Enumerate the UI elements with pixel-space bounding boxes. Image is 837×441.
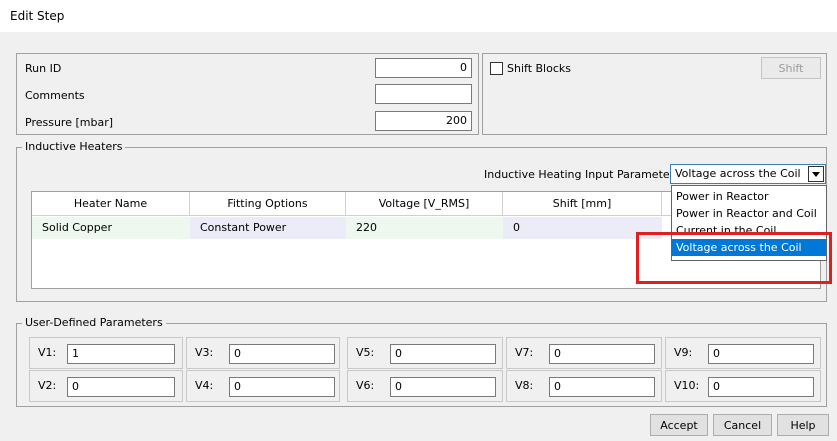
param-label-v6: V6: xyxy=(356,379,375,392)
inductive-heaters-label: Inductive Heaters xyxy=(22,140,126,153)
column-header-shift[interactable]: Shift [mm] xyxy=(503,192,662,216)
accept-button[interactable]: Accept xyxy=(650,414,708,436)
param-cell-v10: V10: 0 xyxy=(665,370,821,402)
column-header-voltage[interactable]: Voltage [V_RMS] xyxy=(346,192,503,216)
window-title: Edit Step xyxy=(10,9,65,23)
param-cell-v9: V9: 0 xyxy=(665,337,821,369)
shift-button[interactable]: Shift xyxy=(761,57,821,79)
param-input-v1[interactable]: 1 xyxy=(67,344,175,364)
param-cell-v8: V8: 0 xyxy=(506,370,662,402)
shift-blocks-checkbox[interactable] xyxy=(490,62,503,75)
param-label-v9: V9: xyxy=(674,346,693,359)
param-input-v7[interactable]: 0 xyxy=(549,344,655,364)
run-id-input[interactable]: 0 xyxy=(375,58,472,78)
param-label-v10: V10: xyxy=(674,379,700,392)
param-input-v10[interactable]: 0 xyxy=(708,377,814,397)
annotation-highlight-box xyxy=(636,232,832,284)
param-label-v7: V7: xyxy=(515,346,534,359)
chevron-down-icon[interactable] xyxy=(808,166,824,182)
param-cell-v4: V4: 0 xyxy=(186,370,340,402)
option-power-in-reactor[interactable]: Power in Reactor xyxy=(672,188,826,205)
param-cell-v1: V1: 1 xyxy=(29,337,183,369)
param-input-v3[interactable]: 0 xyxy=(229,344,335,364)
run-id-label: Run ID xyxy=(25,62,62,75)
pressure-label: Pressure [mbar] xyxy=(25,116,114,129)
param-label-v3: V3: xyxy=(195,346,214,359)
param-input-v4[interactable]: 0 xyxy=(229,377,335,397)
user-params-label: User-Defined Parameters xyxy=(22,316,166,329)
param-cell-v5: V5: 0 xyxy=(347,337,503,369)
cell-voltage[interactable]: 220 xyxy=(346,217,503,239)
option-power-in-reactor-and-coil[interactable]: Power in Reactor and Coil xyxy=(672,205,826,222)
param-cell-v7: V7: 0 xyxy=(506,337,662,369)
cancel-button[interactable]: Cancel xyxy=(713,414,772,436)
column-header-heater-name[interactable]: Heater Name xyxy=(32,192,190,216)
heating-param-value: Voltage across the Coil xyxy=(675,167,801,180)
cell-fitting-options[interactable]: Constant Power xyxy=(190,217,346,239)
cell-heater-name[interactable]: Solid Copper xyxy=(32,217,190,239)
comments-input[interactable] xyxy=(375,84,472,104)
heating-param-label: Inductive Heating Input Parameter: xyxy=(484,168,678,181)
param-label-v2: V2: xyxy=(38,379,57,392)
param-cell-v3: V3: 0 xyxy=(186,337,340,369)
param-label-v4: V4: xyxy=(195,379,214,392)
pressure-input[interactable]: 200 xyxy=(375,111,472,131)
title-bar xyxy=(0,0,837,32)
comments-label: Comments xyxy=(25,89,85,102)
param-input-v6[interactable]: 0 xyxy=(390,377,496,397)
heating-param-combo[interactable]: Voltage across the Coil xyxy=(670,164,826,184)
param-cell-v6: V6: 0 xyxy=(347,370,503,402)
param-input-v2[interactable]: 0 xyxy=(67,377,175,397)
param-label-v5: V5: xyxy=(356,346,375,359)
shift-blocks-label: Shift Blocks xyxy=(507,62,571,75)
param-input-v5[interactable]: 0 xyxy=(390,344,496,364)
column-header-fitting-options[interactable]: Fitting Options xyxy=(190,192,346,216)
param-input-v8[interactable]: 0 xyxy=(549,377,655,397)
param-input-v9[interactable]: 0 xyxy=(708,344,814,364)
param-label-v1: V1: xyxy=(38,346,57,359)
help-button[interactable]: Help xyxy=(777,414,829,436)
param-label-v8: V8: xyxy=(515,379,534,392)
param-cell-v2: V2: 0 xyxy=(29,370,183,402)
